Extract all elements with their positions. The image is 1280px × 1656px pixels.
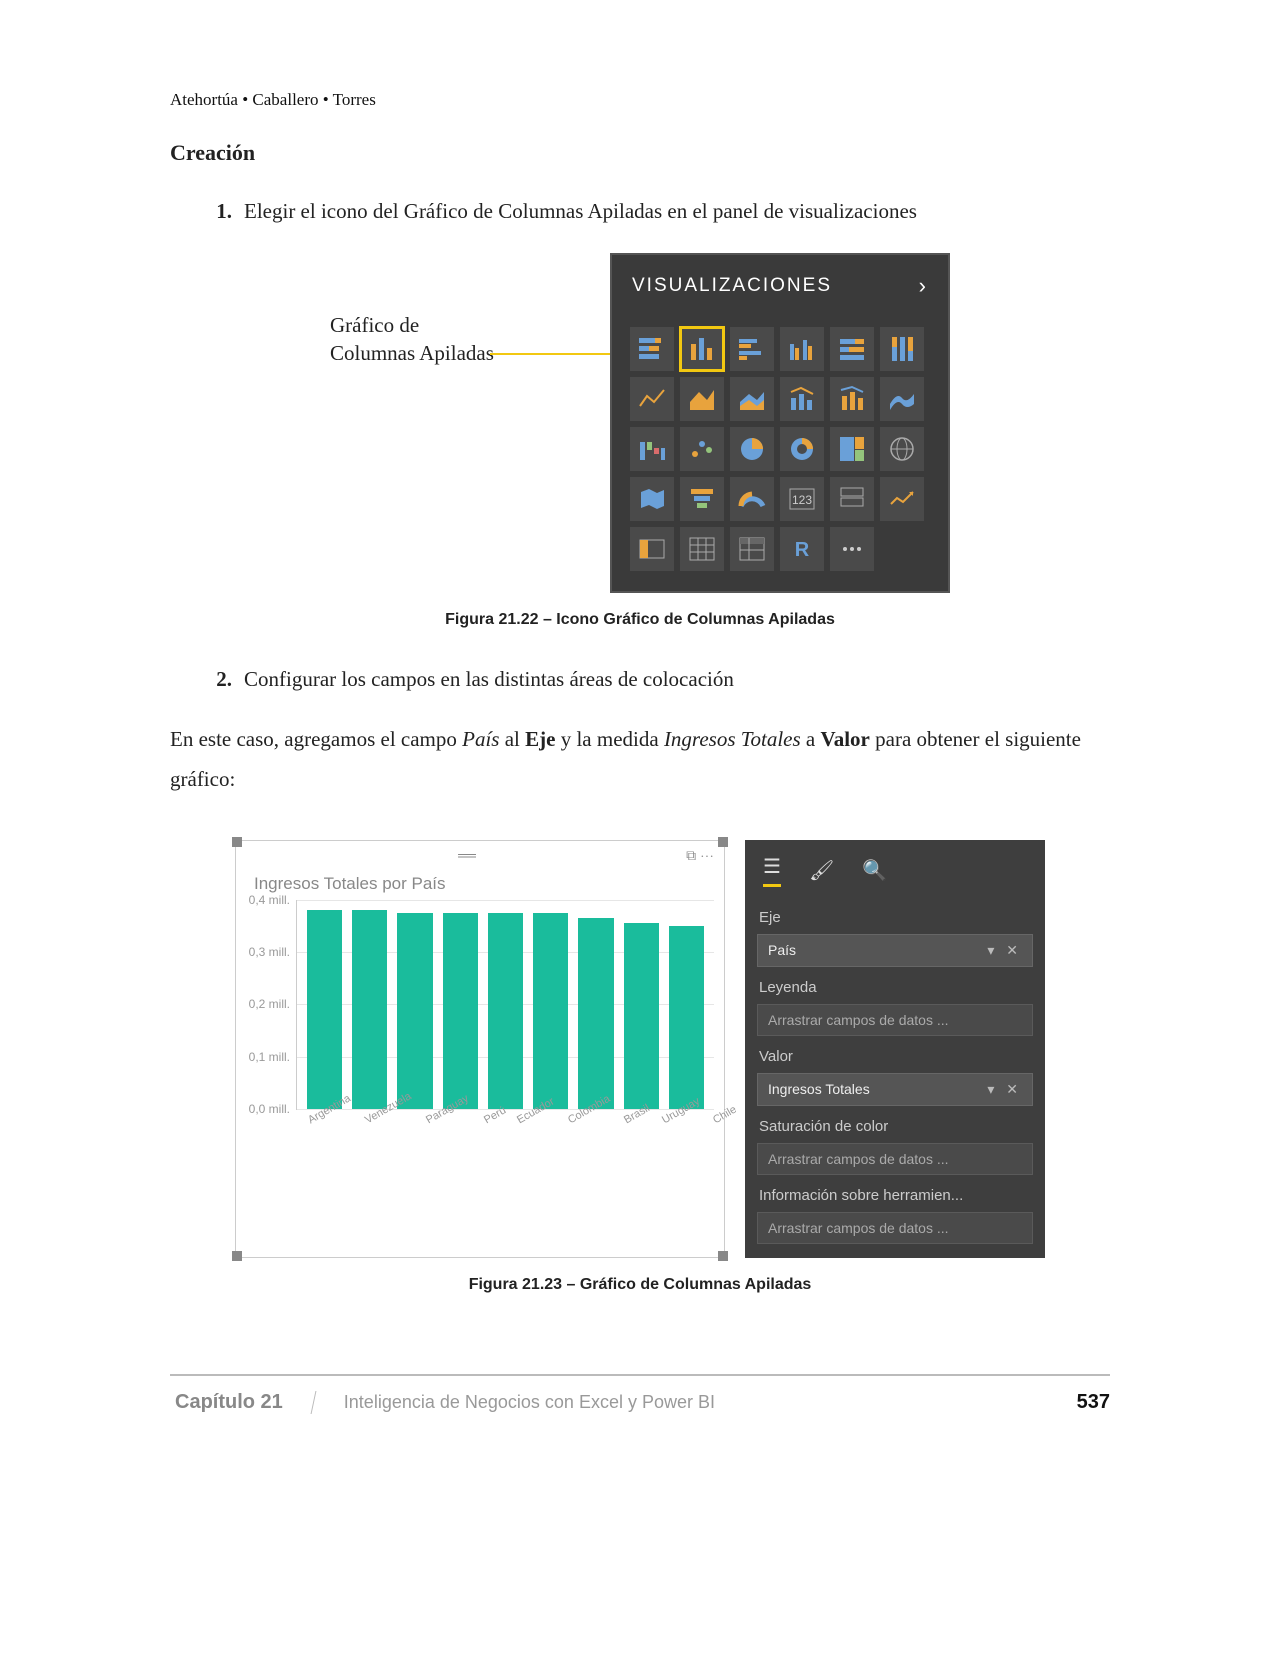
chart-bar: [669, 926, 704, 1109]
format-tab-icon[interactable]: 🖌: [809, 858, 834, 883]
visual-options-icon[interactable]: ⧉ ⋯: [686, 847, 714, 864]
chart-title: Ingresos Totales por País: [236, 870, 724, 900]
step-number: 1.: [210, 196, 232, 228]
hundred-stacked-bar-icon[interactable]: [830, 327, 874, 371]
page-number: 537: [1077, 1391, 1110, 1414]
stacked-column-icon[interactable]: [680, 327, 724, 371]
line-chart-icon[interactable]: [630, 377, 674, 421]
field-well-label: Saturación de color: [759, 1118, 1031, 1135]
authors-line: Atehortúa • Caballero • Torres: [170, 90, 1110, 110]
chapter-label: Capítulo 21: [168, 1391, 317, 1414]
field-pill-pais[interactable]: País▾ ✕: [757, 934, 1033, 967]
field-well-label: Eje: [759, 909, 1031, 926]
card-icon[interactable]: 123: [780, 477, 824, 521]
multirow-card-icon[interactable]: [830, 477, 874, 521]
field-well-label: Leyenda: [759, 979, 1031, 996]
field-pill-ingresos[interactable]: Ingresos Totales▾ ✕: [757, 1073, 1033, 1106]
filled-map-icon[interactable]: [630, 477, 674, 521]
y-axis-tick: 0,2 mill.: [242, 997, 290, 1011]
area-chart-icon[interactable]: [680, 377, 724, 421]
chart-visual[interactable]: ══ ⧉ ⋯ Ingresos Totales por País 0,4 mil…: [235, 840, 725, 1258]
combo-stacked-icon[interactable]: [830, 377, 874, 421]
fields-tab-icon[interactable]: ☰: [763, 854, 781, 887]
step-text: Elegir el icono del Gráfico de Columnas …: [244, 196, 917, 228]
resize-handle-icon[interactable]: [718, 1251, 728, 1261]
stacked-bar-icon[interactable]: [630, 327, 674, 371]
analytics-tab-icon[interactable]: 🔍: [862, 858, 887, 883]
visualizations-panel: VISUALIZACIONES ›: [610, 253, 950, 593]
figure-21-22-caption: Figura 21.22 – Icono Gráfico de Columnas…: [170, 611, 1110, 629]
svg-text:123: 123: [792, 493, 812, 507]
pie-chart-icon[interactable]: [730, 427, 774, 471]
clustered-column-icon[interactable]: [780, 327, 824, 371]
chart-bar: [307, 910, 342, 1109]
pill-remove-icon[interactable]: ▾ ✕: [987, 1081, 1022, 1098]
gauge-icon[interactable]: [730, 477, 774, 521]
chart-bar: [352, 910, 387, 1109]
x-axis-label: Perú: [482, 1104, 519, 1145]
figure-21-23-caption: Figura 21.23 – Gráfico de Columnas Apila…: [170, 1276, 1110, 1294]
scatter-icon[interactable]: [680, 427, 724, 471]
chart-bar: [397, 913, 432, 1109]
field-drop-zone[interactable]: Arrastrar campos de datos ...: [757, 1143, 1033, 1175]
combo-chart-icon[interactable]: [780, 377, 824, 421]
page-footer: Capítulo 21 Inteligencia de Negocios con…: [170, 1374, 1110, 1414]
waterfall-icon[interactable]: [630, 427, 674, 471]
step-1: 1. Elegir el icono del Gráfico de Column…: [210, 196, 1110, 228]
field-well-label: Información sobre herramien...: [759, 1187, 1031, 1204]
figure-21-22: Gráfico de Columnas Apiladas VISUALIZACI…: [170, 253, 1110, 593]
resize-handle-icon[interactable]: [232, 1251, 242, 1261]
callout-label: Gráfico de Columnas Apiladas: [330, 311, 520, 368]
chart-bar: [578, 918, 613, 1109]
visualization-icon-grid: 123 R: [630, 327, 930, 571]
slicer-icon[interactable]: [630, 527, 674, 571]
more-visuals-icon[interactable]: [830, 527, 874, 571]
table-icon[interactable]: [680, 527, 724, 571]
y-axis-tick: 0,0 mill.: [242, 1102, 290, 1116]
figure-21-23: ══ ⧉ ⋯ Ingresos Totales por País 0,4 mil…: [170, 840, 1110, 1258]
chart-plot-area: 0,4 mill.0,3 mill.0,2 mill.0,1 mill.0,0 …: [296, 900, 714, 1110]
stacked-area-icon[interactable]: [730, 377, 774, 421]
step-number: 2.: [210, 664, 232, 696]
field-drop-zone[interactable]: Arrastrar campos de datos ...: [757, 1212, 1033, 1244]
y-axis-tick: 0,4 mill.: [242, 893, 290, 907]
r-visual-icon[interactable]: R: [780, 527, 824, 571]
step-text: Configurar los campos en las distintas á…: [244, 664, 734, 696]
step-2: 2. Configurar los campos en las distinta…: [210, 664, 1110, 696]
chart-bar: [533, 913, 568, 1109]
pill-remove-icon[interactable]: ▾ ✕: [987, 942, 1022, 959]
fields-panel: ☰ 🖌 🔍 Eje País▾ ✕ Leyenda Arrastrar camp…: [745, 840, 1045, 1258]
chart-bar: [443, 913, 478, 1109]
chart-bar: [488, 913, 523, 1109]
map-icon[interactable]: [880, 427, 924, 471]
expand-chevron-icon[interactable]: ›: [919, 273, 928, 299]
hundred-stacked-column-icon[interactable]: [880, 327, 924, 371]
funnel-icon[interactable]: [680, 477, 724, 521]
matrix-icon[interactable]: [730, 527, 774, 571]
y-axis-tick: 0,3 mill.: [242, 945, 290, 959]
resize-handle-icon[interactable]: [718, 837, 728, 847]
clustered-bar-icon[interactable]: [730, 327, 774, 371]
ribbon-chart-icon[interactable]: [880, 377, 924, 421]
book-title: Inteligencia de Negocios con Excel y Pow…: [314, 1392, 715, 1413]
svg-text:R: R: [795, 539, 810, 561]
resize-handle-icon[interactable]: [232, 837, 242, 847]
chart-bar: [624, 923, 659, 1108]
drag-handle-icon[interactable]: ══: [458, 847, 474, 863]
section-heading: Creación: [170, 140, 1110, 166]
panel-title: VISUALIZACIONES: [632, 275, 832, 297]
kpi-icon[interactable]: [880, 477, 924, 521]
y-axis-tick: 0,1 mill.: [242, 1050, 290, 1064]
donut-chart-icon[interactable]: [780, 427, 824, 471]
field-drop-zone[interactable]: Arrastrar campos de datos ...: [757, 1004, 1033, 1036]
body-paragraph: En este caso, agregamos el campo País al…: [170, 720, 1110, 800]
treemap-icon[interactable]: [830, 427, 874, 471]
field-well-label: Valor: [759, 1048, 1031, 1065]
